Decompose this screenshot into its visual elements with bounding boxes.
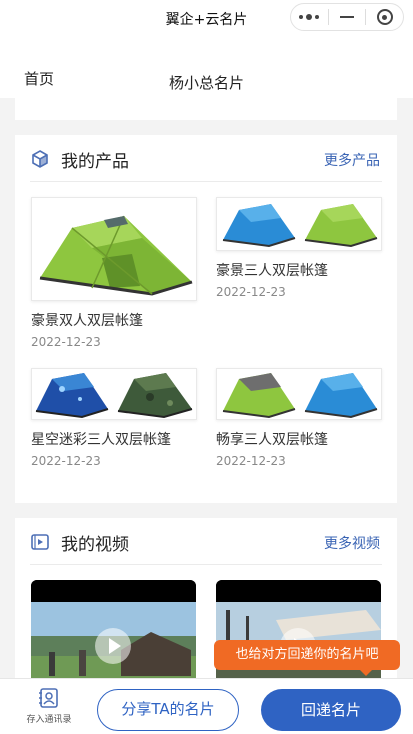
save-to-contacts-label: 存入通讯录 <box>26 715 72 725</box>
bottom-action-bar: 存入通讯录 分享TA的名片 回递名片 <box>0 678 413 734</box>
product-date: 2022-12-23 <box>31 335 101 349</box>
play-icon <box>95 628 131 664</box>
top-bar: 翼企+云名片 首页 杨小总名片 <box>0 0 413 98</box>
product-name: 星空迷彩三人双层帐篷 <box>31 432 171 448</box>
minus-icon <box>340 16 354 18</box>
tent-image <box>222 204 378 248</box>
product-date: 2022-12-23 <box>31 454 101 468</box>
more-menu-button[interactable] <box>291 4 328 30</box>
save-to-contacts-button[interactable]: 存入通讯录 <box>14 687 84 725</box>
videos-header: 我的视频 更多视频 <box>15 518 397 566</box>
video-play-icon <box>31 534 49 550</box>
contact-card-icon <box>39 688 58 708</box>
target-icon <box>376 9 393 25</box>
minimize-button[interactable] <box>329 4 366 30</box>
previous-card-bottom <box>15 98 397 120</box>
product-card[interactable]: 豪景双人双层帐篷 2022-12-23 <box>31 197 197 349</box>
more-products-link[interactable]: 更多产品 <box>324 150 380 170</box>
reply-card-tooltip: 也给对方回递你的名片吧 <box>214 640 400 676</box>
reply-card-button[interactable]: 回递名片 <box>261 689 401 731</box>
product-date: 2022-12-23 <box>216 454 286 468</box>
mini-program-capsule <box>290 3 404 31</box>
videos-title: 我的视频 <box>61 535 129 555</box>
product-image <box>31 368 197 420</box>
product-card[interactable]: 畅享三人双层帐篷 2022-12-23 <box>216 368 382 468</box>
share-card-button[interactable]: 分享TA的名片 <box>97 689 239 731</box>
page-title: 杨小总名片 <box>168 74 244 92</box>
product-image <box>31 197 197 301</box>
product-card[interactable]: 豪景三人双层帐篷 2022-12-23 <box>216 197 382 299</box>
product-name: 豪景双人双层帐篷 <box>31 313 143 329</box>
tent-image <box>35 373 193 419</box>
more-dots-icon <box>299 14 320 20</box>
close-mini-program-button[interactable] <box>366 4 403 30</box>
product-card[interactable]: 星空迷彩三人双层帐篷 2022-12-23 <box>31 368 197 468</box>
product-name: 豪景三人双层帐篷 <box>216 263 328 279</box>
more-videos-link[interactable]: 更多视频 <box>324 533 380 553</box>
products-section: 我的产品 更多产品 豪景双人双层帐篷 2022-12-23 豪景三人双层帐篷 2… <box>15 135 397 503</box>
products-title: 我的产品 <box>61 152 129 172</box>
cube-icon <box>32 150 48 168</box>
tent-image <box>39 215 193 296</box>
tent-image <box>222 373 378 419</box>
product-image <box>216 368 382 420</box>
products-header: 我的产品 更多产品 <box>15 135 397 183</box>
product-date: 2022-12-23 <box>216 285 286 299</box>
product-name: 畅享三人双层帐篷 <box>216 432 328 448</box>
product-image <box>216 197 382 251</box>
